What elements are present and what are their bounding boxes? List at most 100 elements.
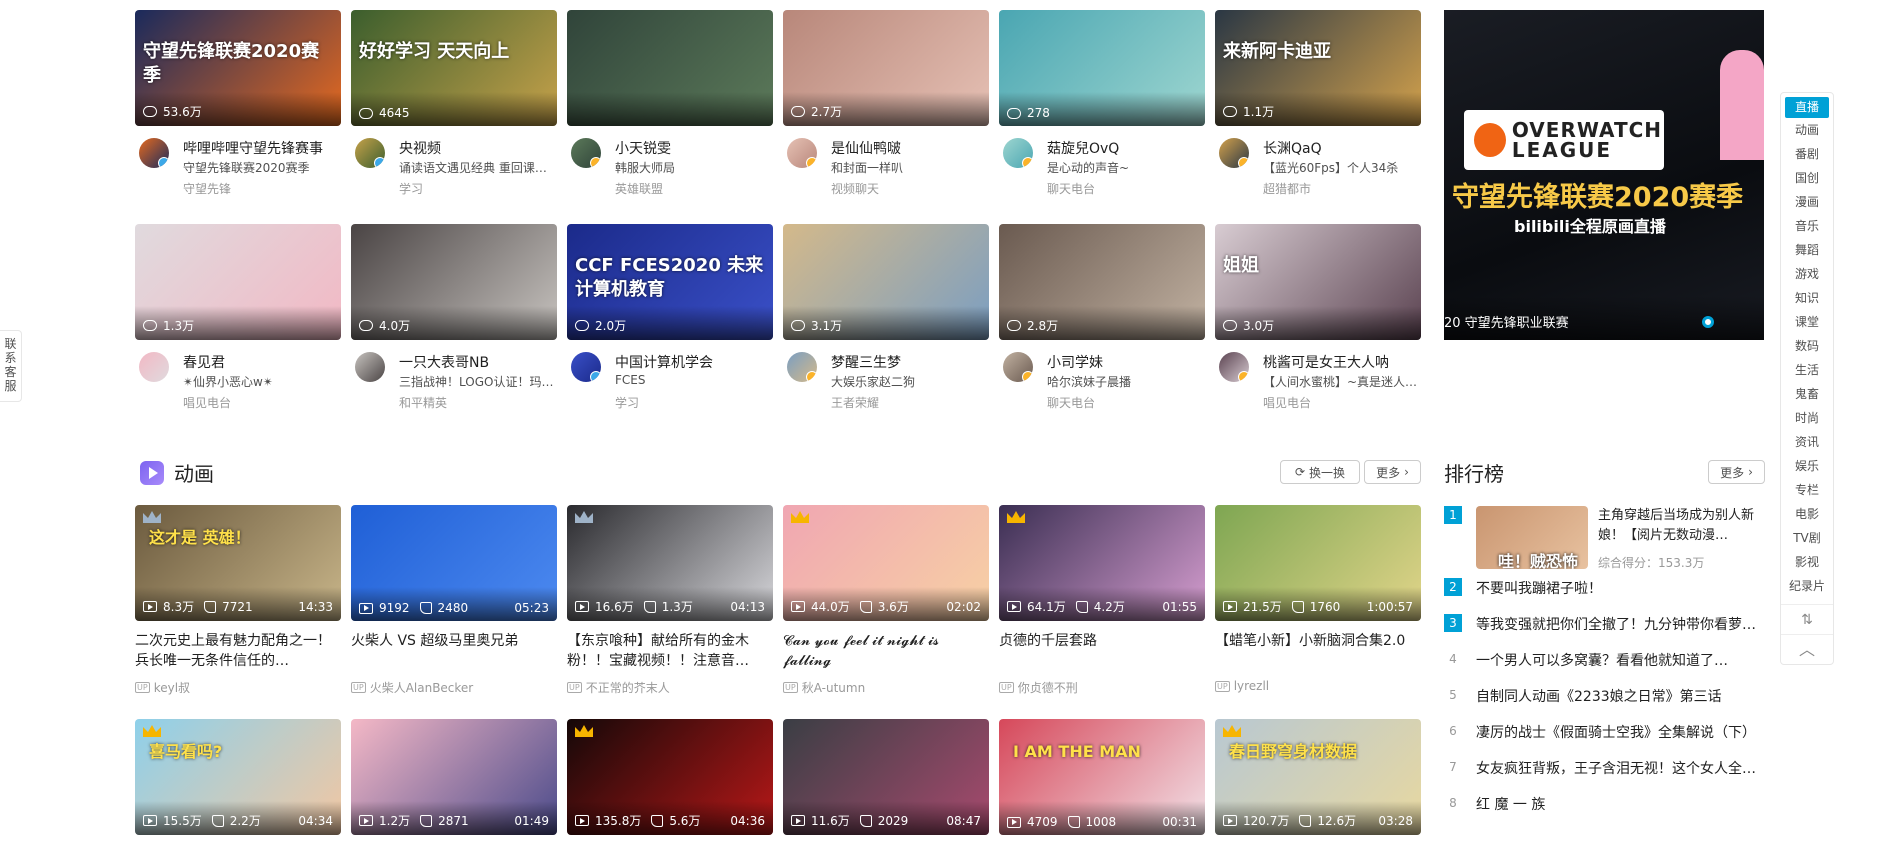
- live-card[interactable]: 1.3万 春见君 ✴仙界小恶心w✴ 唱见电台: [135, 224, 341, 426]
- side-nav-item[interactable]: TV剧: [1781, 526, 1833, 550]
- video-card[interactable]: 春日野穹身材数据 120.7万 12.6万 03:28: [1215, 719, 1421, 835]
- ranking-item[interactable]: 7 女友疯狂背叛，王子含泪无视！这个女人全…: [1444, 758, 1766, 778]
- streamer-name[interactable]: 小司学妹: [1047, 352, 1103, 372]
- live-thumbnail[interactable]: CCF FCES2020 未来计算机教育 2.0万: [567, 224, 773, 340]
- avatar[interactable]: [139, 352, 169, 382]
- avatar[interactable]: [1003, 352, 1033, 382]
- video-thumbnail[interactable]: 44.0万 3.6万 02:02: [783, 505, 989, 621]
- live-card[interactable]: 2.8万 小司学妹 哈尔滨妹子晨播 聊天电台: [999, 224, 1205, 426]
- ranking-item[interactable]: 6 凄厉的战士《假面骑士空我》全集解说（下）: [1444, 722, 1766, 742]
- live-area[interactable]: 学习: [615, 394, 639, 411]
- contact-service-tab[interactable]: 联系客服: [0, 330, 22, 402]
- side-nav-item[interactable]: 纪录片: [1781, 574, 1833, 598]
- avatar[interactable]: [787, 138, 817, 168]
- streamer-name[interactable]: 央视频: [399, 138, 441, 158]
- video-card[interactable]: 21.5万 1760 1:00:57 【蜡笔小新】小新脑洞合集2.0 UP lyrezll: [1215, 505, 1421, 693]
- live-area[interactable]: 学习: [399, 180, 423, 197]
- live-thumbnail[interactable]: 3.1万: [783, 224, 989, 340]
- avatar[interactable]: [1219, 138, 1249, 168]
- live-title[interactable]: 三指战神！LOGO认证！玛…: [399, 373, 557, 390]
- swap-button[interactable]: ⟳ 换一换: [1280, 460, 1360, 484]
- live-area[interactable]: 和平精英: [399, 394, 447, 411]
- video-uploader[interactable]: UP 不正常的芥末人: [567, 679, 773, 696]
- side-nav-item[interactable]: 动画: [1781, 118, 1833, 142]
- live-card[interactable]: 好好学习 天天向上 4645 央视频 诵读语文遇见经典 重回课… 学习: [351, 10, 557, 212]
- live-area[interactable]: 英雄联盟: [615, 180, 663, 197]
- ranking-item[interactable]: 8 红 魔 一 族: [1444, 794, 1766, 814]
- live-title[interactable]: 诵读语文遇见经典 重回课…: [399, 159, 557, 176]
- live-title[interactable]: FCES: [615, 373, 773, 387]
- ranking-item[interactable]: 5 自制同人动画《2233娘之日常》第三话: [1444, 686, 1766, 706]
- streamer-name[interactable]: 菇旋兒OvQ: [1047, 138, 1119, 158]
- live-title[interactable]: 是心动的声音~: [1047, 159, 1205, 176]
- sort-icon[interactable]: ⇅: [1781, 604, 1833, 634]
- side-nav-item[interactable]: 番剧: [1781, 142, 1833, 166]
- live-area[interactable]: 视频聊天: [831, 180, 879, 197]
- live-title[interactable]: 【蓝光60Fps】个人34杀: [1263, 159, 1421, 176]
- live-banner[interactable]: OVERWATCH LEAGUE 守望先锋联赛2020赛季 bilibili全程…: [1444, 10, 1764, 340]
- streamer-name[interactable]: 春见君: [183, 352, 225, 372]
- video-uploader[interactable]: UP keyl叔: [135, 679, 341, 696]
- live-card[interactable]: 4.0万 一只大表哥NB 三指战神！LOGO认证！玛… 和平精英: [351, 224, 557, 426]
- section-title[interactable]: 动画: [174, 458, 214, 487]
- video-card[interactable]: I AM THE MAN 4709 1008 00:31: [999, 719, 1205, 835]
- side-nav-item[interactable]: 鬼畜: [1781, 382, 1833, 406]
- streamer-name[interactable]: 长渊QaQ: [1263, 138, 1322, 158]
- streamer-name[interactable]: 小天锐雯: [615, 138, 671, 158]
- live-title[interactable]: 守望先锋联赛2020赛季: [183, 159, 341, 176]
- side-nav-item[interactable]: 国创: [1781, 166, 1833, 190]
- video-thumbnail[interactable]: 这才是 英雄！ 8.3万 7721 14:33: [135, 505, 341, 621]
- video-card[interactable]: 9192 2480 05:23 火柴人 VS 超级马里奥兄弟 UP 火柴人AlanBeck…: [351, 505, 557, 696]
- live-thumbnail[interactable]: 278: [999, 10, 1205, 126]
- live-card[interactable]: CCF FCES2020 未来计算机教育 2.0万 中国计算机学会 FCES 学习: [567, 224, 773, 426]
- video-title[interactable]: 火柴人 VS 超级马里奥兄弟: [351, 631, 557, 671]
- live-area[interactable]: 唱见电台: [183, 394, 231, 411]
- video-card[interactable]: 11.6万 2029 08:47: [783, 719, 989, 835]
- live-area[interactable]: 聊天电台: [1047, 394, 1095, 411]
- video-uploader[interactable]: UP 火柴人AlanBecker: [351, 679, 557, 696]
- avatar[interactable]: [355, 352, 385, 382]
- side-nav-item[interactable]: 课堂: [1781, 310, 1833, 334]
- side-nav-item[interactable]: 资讯: [1781, 430, 1833, 454]
- live-title[interactable]: 【人间水蜜桃】~真是迷人…: [1263, 373, 1421, 390]
- video-thumbnail[interactable]: 64.1万 4.2万 01:55: [999, 505, 1205, 621]
- ranking-item[interactable]: 3 等我变强就把你们全撤了！九分钟带你看萝…: [1444, 614, 1766, 634]
- back-to-top-icon[interactable]: ︿: [1781, 634, 1833, 664]
- video-uploader[interactable]: UP 你贞德不刑: [999, 679, 1205, 696]
- video-thumbnail[interactable]: 135.8万 5.6万 04:36: [567, 719, 773, 835]
- live-card[interactable]: 姐姐 3.0万 桃酱可是女王大人呐 【人间水蜜桃】~真是迷人… 唱见电台: [1215, 224, 1421, 426]
- video-uploader[interactable]: UP lyrezll: [1215, 679, 1421, 693]
- video-thumbnail[interactable]: 11.6万 2029 08:47: [783, 719, 989, 835]
- ranking-item[interactable]: 2 不要叫我蹦裙子啦！: [1444, 578, 1766, 598]
- side-nav-item[interactable]: 漫画: [1781, 190, 1833, 214]
- ranking-item[interactable]: 4 一个男人可以多窝囊？看看他就知道了…: [1444, 650, 1766, 670]
- live-card[interactable]: 2.7万 是仙仙鸭啵 和封面一样叭 视频聊天: [783, 10, 989, 212]
- ranking-top-item[interactable]: 1 哇！贼恐怖 主角穿越后当场成为别人新娘！【阅片无数动漫… 综合得分：153.…: [1444, 506, 1766, 574]
- video-title[interactable]: 𝓒𝓪𝓷 𝔂𝓸𝓾 𝓯𝓮𝓮𝓵 𝓲𝓽 𝓷𝓲𝓰𝓱𝓽 𝓲𝓼 𝓯𝓪𝓵𝓵𝓲𝓷𝓰: [783, 631, 989, 671]
- side-nav-item[interactable]: 直播: [1785, 97, 1829, 118]
- live-card[interactable]: 3.1万 梦醒三生梦 大娱乐家赵二狗 王者荣耀: [783, 224, 989, 426]
- streamer-name[interactable]: 桃酱可是女王大人呐: [1263, 352, 1389, 372]
- live-card[interactable]: 小天锐雯 韩服大师局 英雄联盟: [567, 10, 773, 212]
- side-nav-item[interactable]: 游戏: [1781, 262, 1833, 286]
- avatar[interactable]: [571, 352, 601, 382]
- video-title[interactable]: 贞德的千层套路: [999, 631, 1205, 671]
- video-card[interactable]: 喜马看吗? 15.5万 2.2万 04:34: [135, 719, 341, 835]
- video-card[interactable]: 这才是 英雄！ 8.3万 7721 14:33 二次元史上最有魅力配角之一！兵长唯一无条…: [135, 505, 341, 696]
- live-thumbnail[interactable]: [567, 10, 773, 126]
- video-thumbnail[interactable]: 9192 2480 05:23: [351, 505, 557, 621]
- video-thumbnail[interactable]: I AM THE MAN 4709 1008 00:31: [999, 719, 1205, 835]
- side-nav-item[interactable]: 生活: [1781, 358, 1833, 382]
- avatar[interactable]: [1003, 138, 1033, 168]
- video-thumbnail[interactable]: 春日野穹身材数据 120.7万 12.6万 03:28: [1215, 719, 1421, 835]
- streamer-name[interactable]: 是仙仙鸭啵: [831, 138, 901, 158]
- avatar[interactable]: [355, 138, 385, 168]
- ranking-more-button[interactable]: 更多 ›: [1708, 460, 1765, 484]
- live-card[interactable]: 278 菇旋兒OvQ 是心动的声音~ 聊天电台: [999, 10, 1205, 212]
- live-thumbnail[interactable]: 1.3万: [135, 224, 341, 340]
- live-card[interactable]: 守望先锋联赛2020赛季 53.6万 哔哩哔哩守望先锋赛事 守望先锋联赛2020赛季守…: [135, 10, 341, 212]
- live-thumbnail[interactable]: 姐姐 3.0万: [1215, 224, 1421, 340]
- video-thumbnail[interactable]: 1.2万 2871 01:49: [351, 719, 557, 835]
- side-nav-item[interactable]: 娱乐: [1781, 454, 1833, 478]
- live-title[interactable]: 和封面一样叭: [831, 159, 989, 176]
